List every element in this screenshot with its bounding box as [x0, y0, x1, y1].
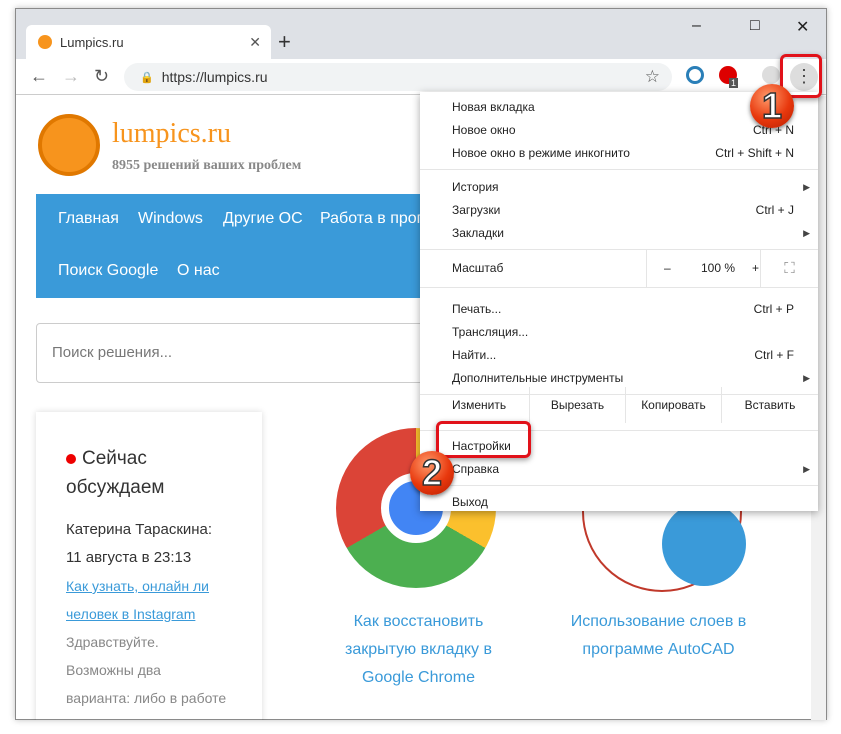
step-1-badge: 1 — [750, 84, 794, 128]
zoom-value: 100 % — [701, 261, 736, 275]
article-title-line[interactable]: Использование слоев в — [556, 608, 761, 636]
nav-about[interactable]: О нас — [177, 262, 220, 280]
lumpics-logo-icon[interactable] — [38, 114, 100, 176]
fullscreen-icon[interactable]: ⛶ — [760, 250, 818, 287]
widget-title: Сейчас — [82, 448, 147, 469]
toolbar: ← → ↻ 🔒 https://lumpics.ru ☆ 1 ⋮ — [16, 59, 826, 95]
menu-history[interactable]: История ▶ — [420, 176, 818, 199]
widget-title-2: обсуждаем — [66, 477, 165, 498]
menu-exit[interactable]: Выход — [420, 491, 818, 514]
nav-windows[interactable]: Windows — [138, 210, 203, 228]
comment-link-2[interactable]: человек в Instagram — [66, 600, 262, 628]
divider — [420, 169, 818, 170]
paste-button[interactable]: Вставить — [721, 387, 818, 423]
menu-downloads[interactable]: Загрузки Ctrl + J — [420, 199, 818, 222]
forward-icon[interactable]: → — [62, 66, 80, 87]
address-bar[interactable]: 🔒 https://lumpics.ru ☆ — [124, 63, 672, 91]
nav-other-os[interactable]: Другие ОС — [223, 210, 303, 228]
copy-button[interactable]: Копировать — [625, 387, 721, 423]
site-nav: Главная Windows Другие ОС Работа в прог … — [36, 194, 436, 298]
nav-programs[interactable]: Работа в прог — [320, 210, 422, 228]
tab-lumpics[interactable]: Lumpics.ru ✕ — [26, 25, 271, 59]
cut-button[interactable]: Вырезать — [529, 387, 625, 423]
submenu-arrow-icon: ▶ — [803, 182, 810, 192]
url-text: https://lumpics.ru — [161, 69, 268, 85]
tab-close-icon[interactable]: ✕ — [249, 34, 261, 51]
menu-help[interactable]: Справка ▶ — [420, 458, 818, 481]
comment-author: Катерина Тараскина: — [66, 521, 213, 538]
extension-icon[interactable] — [686, 66, 704, 84]
profile-icon[interactable] — [762, 66, 780, 84]
zoom-in-button[interactable]: + — [752, 250, 759, 287]
minimize-button[interactable]: – — [692, 17, 701, 35]
menu-bookmarks[interactable]: Закладки ▶ — [420, 222, 818, 245]
site-slogan: 8955 решений ваших проблем — [112, 158, 302, 173]
article-title-line[interactable]: Google Chrome — [316, 664, 521, 692]
submenu-arrow-icon: ▶ — [803, 464, 810, 474]
comment-text-3: варианта: либо в работе — [66, 690, 227, 706]
site-brand[interactable]: lumpics.ru — [112, 118, 231, 150]
comment-text: Здравствуйте. — [66, 634, 159, 650]
edit-label: Изменить — [452, 398, 507, 412]
menu-find[interactable]: Найти... Ctrl + F — [420, 344, 818, 367]
divider — [420, 485, 818, 486]
article-title-line[interactable]: Как восстановить — [316, 608, 521, 636]
favicon-icon — [38, 35, 52, 49]
comment-date: 11 августа в 23:13 — [66, 549, 192, 566]
divider — [420, 287, 818, 288]
article-chrome[interactable]: Как восстановить закрытую вкладку в Google… — [316, 608, 521, 692]
step-2-badge: 2 — [410, 451, 454, 495]
article-title-line[interactable]: программе AutoCAD — [556, 636, 761, 664]
close-window-button[interactable]: ✕ — [796, 17, 809, 37]
menu-cast[interactable]: Трансляция... — [420, 321, 818, 344]
browser-window: Lumpics.ru ✕ + – □ ✕ ← → ↻ 🔒 https://lumpi… — [15, 8, 827, 720]
bookmark-star-icon[interactable]: ☆ — [645, 67, 660, 87]
live-dot-icon — [66, 454, 76, 464]
highlight-settings — [436, 421, 531, 458]
tab-title: Lumpics.ru — [60, 34, 124, 50]
article-title-line[interactable]: закрытую вкладку в — [316, 636, 521, 664]
nav-home[interactable]: Главная — [58, 210, 119, 228]
zoom-out-button[interactable]: – — [664, 250, 671, 287]
menu-incognito[interactable]: Новое окно в режиме инкогнито Ctrl + Shif… — [420, 142, 818, 165]
maximize-button[interactable]: □ — [750, 17, 760, 35]
comment-text-2: Возможны два — [66, 662, 161, 678]
new-tab-button[interactable]: + — [278, 29, 291, 55]
discussion-widget: Сейчас обсуждаем Катерина Тараскина: 11 … — [36, 412, 262, 720]
back-icon[interactable]: ← — [30, 66, 48, 87]
tab-strip: Lumpics.ru ✕ + – □ ✕ — [16, 9, 826, 59]
nav-google-search[interactable]: Поиск Google — [58, 262, 158, 280]
extension-badge: 1 — [729, 78, 739, 88]
comment-link[interactable]: Как узнать, онлайн ли — [66, 572, 262, 600]
article-autocad[interactable]: Использование слоев в программе AutoCAD — [556, 608, 761, 664]
reload-icon[interactable]: ↻ — [94, 66, 109, 87]
lock-icon: 🔒 — [140, 71, 154, 84]
menu-print[interactable]: Печать... Ctrl + P — [420, 298, 818, 321]
site-search-input[interactable]: Поиск решения... — [36, 323, 436, 383]
zoom-label: Масштаб — [452, 261, 504, 275]
submenu-arrow-icon: ▶ — [803, 228, 810, 238]
